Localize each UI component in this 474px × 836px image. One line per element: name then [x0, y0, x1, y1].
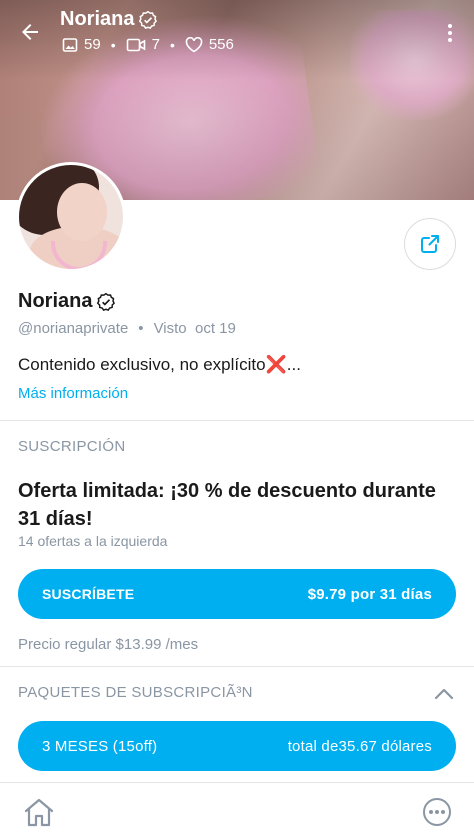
profile-name: Noriana — [18, 290, 93, 312]
bundles-section-label: PAQUETES DE SUBSCRIPCIÃ³N — [18, 684, 253, 701]
bio-text: Contenido exclusivo, no explícito — [18, 355, 266, 374]
bundle-price: total de35.67 dólares — [287, 737, 432, 755]
offer-title: Oferta limitada: ¡30 % de descuento dura… — [18, 480, 436, 530]
more-info-link[interactable]: Más información — [18, 385, 128, 402]
profile-bio: Contenido exclusivo, no explícito❌... — [18, 355, 301, 375]
bundle-label: 3 MESES (15off) — [42, 737, 158, 755]
photos-count: 59 — [84, 36, 101, 53]
photos-stat[interactable]: 59 — [62, 36, 101, 53]
handle-separator: • — [138, 320, 144, 337]
likes-count: 556 — [208, 36, 234, 53]
bio-ellipsis: ... — [286, 355, 301, 374]
more-vertical-icon[interactable] — [438, 18, 462, 48]
stat-separator: • — [169, 36, 175, 53]
share-button[interactable] — [404, 218, 456, 270]
header-stats: 59 • 7 • 556 — [62, 36, 234, 53]
header-title-row: Noriana — [60, 8, 158, 31]
collapse-bundles-button[interactable] — [432, 684, 456, 704]
back-arrow-icon — [22, 24, 38, 40]
verified-icon — [97, 292, 116, 311]
last-seen: Visto oct 19 — [153, 320, 236, 337]
subscribe-price: $9.79 por 31 días — [307, 585, 432, 603]
back-button[interactable] — [14, 16, 46, 48]
divider — [0, 666, 474, 667]
cross-mark-icon: ❌ — [265, 355, 287, 374]
share-icon — [421, 235, 439, 253]
offer-remaining: 14 ofertas a la izquierda — [18, 533, 168, 549]
subscribe-button[interactable]: SUSCRÍBETE $9.79 por 31 días — [18, 569, 456, 619]
verified-icon — [139, 10, 158, 29]
profile-handle: @norianaprivate — [18, 320, 129, 337]
subscribe-label: SUSCRÍBETE — [42, 586, 135, 602]
more-options-icon[interactable] — [422, 797, 452, 827]
videos-stat[interactable]: 7 — [126, 36, 160, 53]
regular-price: Precio regular $13.99 /mes — [18, 636, 199, 653]
profile-name-row: Noriana — [18, 290, 116, 313]
header-title: Noriana — [60, 8, 135, 30]
bottom-nav — [0, 782, 474, 836]
subscription-section-label: SUSCRIPCIÓN — [18, 438, 126, 455]
video-icon — [126, 38, 145, 51]
likes-stat[interactable]: 556 — [185, 36, 234, 53]
videos-count: 7 — [151, 36, 160, 53]
home-icon[interactable] — [22, 797, 56, 829]
top-bar: Noriana 59 • 7 • 556 — [0, 0, 474, 70]
image-icon — [62, 37, 78, 52]
heart-icon — [185, 36, 203, 52]
profile-handle-row: @norianaprivate • Visto oct 19 — [18, 320, 236, 337]
bundle-button-3-months[interactable]: 3 MESES (15off) total de35.67 dólares — [18, 721, 456, 771]
divider — [0, 420, 474, 421]
stat-separator: • — [110, 36, 116, 53]
avatar[interactable] — [16, 162, 126, 272]
chevron-up-icon — [434, 688, 454, 700]
